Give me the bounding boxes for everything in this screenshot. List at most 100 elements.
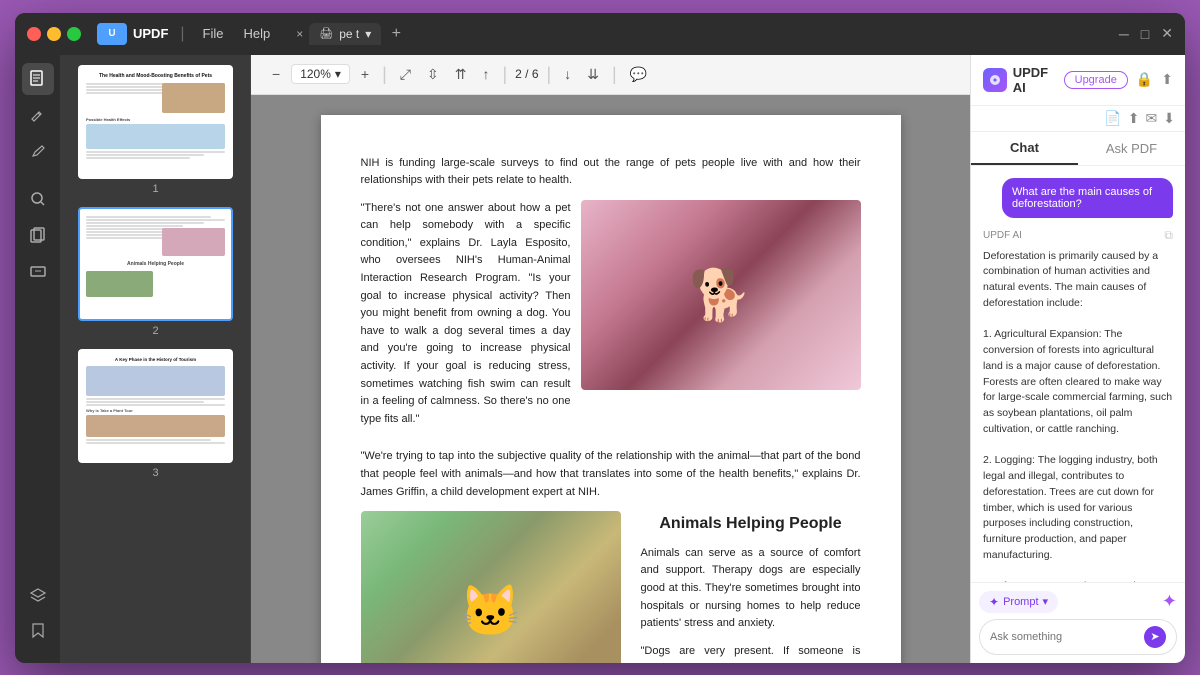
titlebar-maximize-icon[interactable]: □ [1141, 26, 1149, 42]
ai-export-icon[interactable]: ⬆ [1161, 71, 1173, 88]
thumbnail-page-3[interactable]: A Key Phase in the History of Tourism Wh… [71, 349, 240, 479]
zoom-in-button[interactable]: + [356, 63, 374, 85]
toolbar: − 120% ▾ + | ⤢ ⇳ ⇈ ↑ | 2 / 6 | ↓ ⇊ | � [251, 55, 970, 95]
page-nav-current: 2 / 6 [515, 67, 538, 81]
ai-messages[interactable]: What are the main causes of deforestatio… [971, 166, 1185, 582]
sidebar-icon-search[interactable] [22, 183, 54, 215]
menu-help[interactable]: Help [238, 24, 277, 43]
thumbnail-page-2[interactable]: Animals Helping People 2 [71, 207, 240, 337]
sidebar-bottom [22, 579, 54, 655]
pdf-paragraph-3: "We're trying to tap into the subjective… [361, 448, 861, 501]
tab-chat[interactable]: Chat [971, 132, 1078, 165]
window-controls [27, 27, 81, 41]
logo-area: U UPDF [97, 23, 168, 45]
toolbar-sep-3: | [547, 64, 552, 85]
prompt-label: Prompt [1003, 596, 1038, 608]
pdf-area: − 120% ▾ + | ⤢ ⇳ ⇈ ↑ | 2 / 6 | ↓ ⇊ | � [251, 55, 970, 663]
page-down-button[interactable]: ↓ [559, 63, 576, 85]
menu-file[interactable]: File [197, 24, 230, 43]
ai-file-icon[interactable]: 📄 [1104, 110, 1121, 127]
left-sidebar [15, 55, 61, 663]
ai-message-header: UPDF AI ⧉ [983, 228, 1173, 243]
ai-header: UPDF AI Upgrade 🔒 ⬆ [971, 55, 1185, 106]
sidebar-icon-pages[interactable] [22, 63, 54, 95]
sidebar-icon-bookmark[interactable] [22, 615, 54, 647]
sidebar-icon-edit[interactable] [22, 99, 54, 131]
ai-message: UPDF AI ⧉ Deforestation is primarily cau… [983, 228, 1173, 582]
zoom-display[interactable]: 120% ▾ [291, 64, 350, 84]
send-icon: ➤ [1150, 630, 1159, 643]
prompt-select-button[interactable]: ✦ Prompt ▾ [979, 591, 1058, 613]
ai-second-row: 📄 ⬆ ✉ ⬇ [971, 106, 1185, 132]
app-window: U UPDF | File Help × 🖨 pe t ▾ + ─ □ ✕ [15, 13, 1185, 663]
sidebar-icon-ocr[interactable] [22, 255, 54, 287]
thumb-page-2-content: Animals Helping People [78, 207, 233, 321]
ai-message-label: UPDF AI [983, 230, 1022, 241]
prompt-dropdown-icon: ▾ [1043, 595, 1049, 608]
title-separator: | [180, 25, 184, 43]
tab-item[interactable]: 🖨 pe t ▾ [309, 23, 381, 45]
sidebar-icon-copy[interactable] [22, 219, 54, 251]
zoom-dropdown-icon: ▾ [335, 67, 341, 81]
titlebar-close-icon[interactable]: ✕ [1161, 25, 1173, 42]
zoom-out-button[interactable]: − [267, 63, 285, 85]
logo-icon: U [97, 23, 127, 45]
comment-button[interactable]: 💬 [625, 63, 652, 86]
ai-lock-icon[interactable]: 🔒 [1136, 71, 1153, 88]
tab-dropdown-icon: ▾ [365, 27, 371, 41]
title-bar: U UPDF | File Help × 🖨 pe t ▾ + ─ □ ✕ [15, 13, 1185, 55]
ai-input-box: ➤ [979, 619, 1177, 655]
pdf-paragraph-1: NIH is funding large-scale surveys to fi… [361, 155, 861, 190]
thumb-label-3: 3 [152, 467, 158, 479]
tab-close-icon[interactable]: × [294, 25, 305, 43]
ai-icons-row: Upgrade 🔒 ⬆ [1064, 71, 1173, 89]
ai-download-icon[interactable]: ⬇ [1163, 110, 1175, 127]
logo-text: UPDF [133, 26, 168, 41]
skip-last-button[interactable]: ⇊ [582, 63, 604, 86]
sidebar-icon-annotate[interactable] [22, 135, 54, 167]
pdf-image-row: "There's not one answer about how a pet … [361, 200, 861, 439]
ai-logo-text: UPDF AI [1013, 65, 1064, 95]
sidebar-icon-layers[interactable] [22, 579, 54, 611]
chat-tabs: Chat Ask PDF [971, 132, 1185, 166]
tab-add-button[interactable]: + [385, 23, 407, 45]
tab-pdf-icon: 🖨 [319, 27, 333, 40]
ai-mail-icon[interactable]: ✉ [1146, 110, 1158, 127]
zoom-level-text: 120% [300, 67, 331, 81]
toolbar-sep-1: | [382, 64, 387, 85]
maximize-button[interactable] [67, 27, 81, 41]
ai-input-field[interactable] [990, 631, 1138, 643]
fit-width-button[interactable]: ⤢ [395, 63, 416, 86]
pdf-animals-column: Animals Helping People Animals can serve… [631, 511, 861, 662]
main-content: The Health and Mood-Boosting Benefits of… [15, 55, 1185, 663]
tab-label: pe t [339, 27, 359, 41]
ai-sparkle-icon[interactable]: ✦ [1162, 591, 1177, 612]
pdf-paragraph-4: Animals can serve as a source of comfort… [641, 545, 861, 633]
dogs-image: 🐕 [581, 200, 861, 390]
dogs-emoji: 🐕 [689, 255, 751, 335]
pdf-paragraph-2: "There's not one answer about how a pet … [361, 200, 571, 429]
toolbar-sep-2: | [502, 64, 507, 85]
ai-logo: UPDF AI [983, 65, 1064, 95]
thumbnail-page-1[interactable]: The Health and Mood-Boosting Benefits of… [71, 65, 240, 195]
prompt-dots-icon: ✦ [989, 595, 999, 609]
pdf-image-row-2: 🐱 Animals Helping People Animals can ser… [361, 511, 861, 662]
close-button[interactable] [27, 27, 41, 41]
tabs-area: × 🖨 pe t ▾ + [294, 23, 1111, 45]
skip-first-button[interactable]: ⇈ [450, 63, 472, 86]
pdf-text-column: "There's not one answer about how a pet … [361, 200, 571, 439]
fit-page-button[interactable]: ⇳ [422, 63, 444, 86]
pdf-page: NIH is funding large-scale surveys to fi… [321, 115, 901, 663]
minimize-button[interactable] [47, 27, 61, 41]
ai-copy-icon[interactable]: ⧉ [1164, 228, 1173, 243]
pdf-content[interactable]: NIH is funding large-scale surveys to fi… [251, 95, 970, 663]
upgrade-button[interactable]: Upgrade [1064, 71, 1128, 89]
ai-logo-icon [983, 68, 1007, 92]
page-up-button[interactable]: ↑ [477, 63, 494, 85]
thumb-label-2: 2 [152, 325, 158, 337]
cat-image: 🐱 [361, 511, 621, 662]
ai-upload-icon[interactable]: ⬆ [1128, 110, 1140, 127]
ai-send-button[interactable]: ➤ [1144, 626, 1166, 648]
titlebar-minimize-icon[interactable]: ─ [1119, 26, 1129, 42]
tab-ask-pdf[interactable]: Ask PDF [1078, 132, 1185, 165]
